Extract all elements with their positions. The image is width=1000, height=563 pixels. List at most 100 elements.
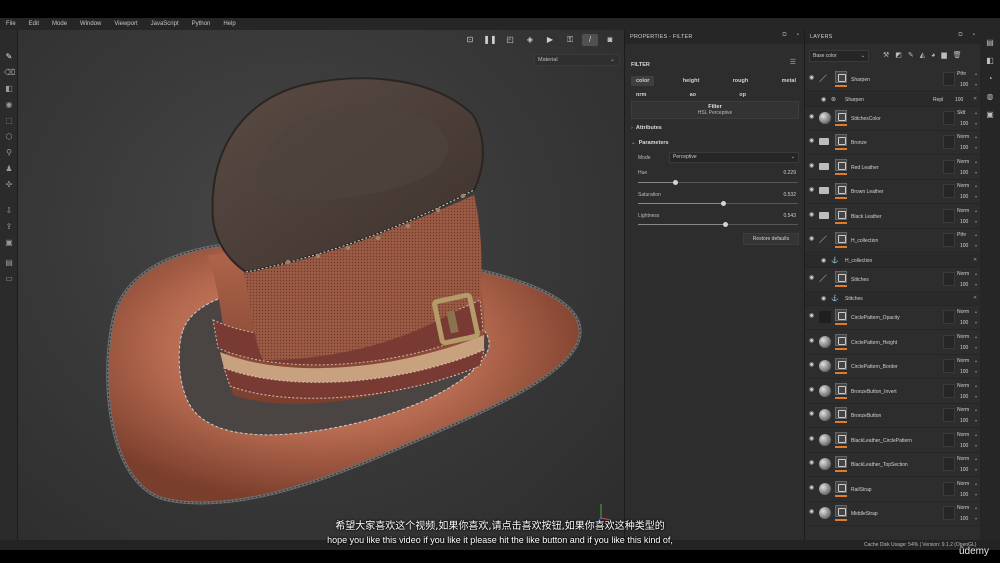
undock-icon[interactable]: ⧉ (782, 32, 786, 38)
chevron-up-icon[interactable]: ▴ (975, 183, 977, 188)
chevron-up-icon[interactable]: ▴ (975, 383, 977, 388)
chevron-up-icon[interactable]: ▴ (975, 432, 977, 437)
opacity-value[interactable]: 100 (960, 121, 968, 127)
paint-brush-icon[interactable]: ✎ (4, 52, 14, 62)
chevron-down-icon[interactable]: ▾ (975, 320, 977, 325)
material-picker-icon[interactable]: ♟ (4, 164, 14, 174)
viewer-settings-icon[interactable]: ▭ (4, 274, 14, 284)
bake-icon[interactable]: ⇩ (4, 206, 14, 216)
blend-mode[interactable]: Norm (957, 271, 969, 277)
visibility-eye-icon[interactable]: ◉ (809, 386, 814, 393)
visibility-eye-icon[interactable]: ◉ (809, 211, 814, 218)
layer-name[interactable]: Black Leather (851, 214, 882, 220)
layer-name[interactable]: H_collection (851, 238, 878, 244)
export-icon[interactable]: ⇪ (4, 222, 14, 232)
sub-layer-row[interactable]: ◉ ⚓ Stitches ✕ (805, 292, 981, 306)
menu-viewport[interactable]: Viewport (114, 21, 137, 27)
chevron-down-icon[interactable]: ▾ (975, 145, 977, 150)
layer-name[interactable]: Bronze (851, 140, 867, 146)
smudge-icon[interactable]: ⬚ (4, 116, 14, 126)
blend-mode[interactable]: Repl (933, 97, 943, 103)
sub-layer-row[interactable]: ◉ ⚓ H_collection ✕ (805, 253, 981, 268)
layer-name[interactable]: RailStrap (851, 487, 872, 493)
layer-name[interactable]: StitchesColor (851, 116, 881, 122)
blend-mode[interactable]: Pthr (957, 232, 966, 238)
chevron-down-icon[interactable]: ▾ (975, 516, 977, 521)
chevron-up-icon[interactable]: ▴ (975, 334, 977, 339)
clone-icon[interactable]: ⬡ (4, 132, 14, 142)
chevron-down-icon[interactable]: ▾ (975, 82, 977, 87)
screenshot-icon[interactable]: ◙ (602, 34, 618, 46)
opacity-value[interactable]: 100 (960, 345, 968, 351)
menu-python[interactable]: Python (192, 21, 211, 27)
menu-javascript[interactable]: JavaScript (151, 21, 179, 27)
layer-name[interactable]: CirclePattern_Border (851, 364, 898, 370)
mask-thumbnail[interactable] (835, 431, 847, 444)
layer-row[interactable]: ◉ CirclePattern_Opacity Norm 100 ▴ ▾ (805, 306, 981, 330)
blend-mode[interactable]: Pthr (957, 71, 966, 77)
channel-rough[interactable]: rough (728, 76, 754, 86)
layer-row[interactable]: ◉ BlackLeather_CirclePattern Norm 100 ▴ ▾ (805, 429, 981, 453)
visibility-eye-icon[interactable]: ◉ (809, 459, 814, 466)
layer-row[interactable]: ◉ Bronze Norm 100 ▴ ▾ (805, 131, 981, 155)
layer-row[interactable]: ◉ RailStrap Norm 100 ▴ ▾ (805, 478, 981, 502)
close-icon[interactable]: ✕ (973, 96, 977, 102)
delete-layer-icon[interactable]: 🗑 (953, 52, 962, 59)
chevron-up-icon[interactable]: ▴ (975, 232, 977, 237)
channel-metal[interactable]: metal (777, 76, 801, 86)
blend-mode[interactable]: Norm (957, 159, 969, 165)
chevron-down-icon[interactable]: ▾ (975, 394, 977, 399)
blend-mode[interactable]: Norm (957, 481, 969, 487)
visibility-eye-icon[interactable]: ◉ (809, 361, 814, 368)
opacity-value[interactable]: 100 (960, 369, 968, 375)
add-smart-material-icon[interactable]: ◕ (931, 52, 935, 59)
chevron-up-icon[interactable]: ▴ (975, 71, 977, 76)
add-fill-layer-icon[interactable]: ◭ (920, 52, 925, 59)
blend-mode[interactable]: Norm (957, 432, 969, 438)
display-icon[interactable]: ▣ (985, 110, 995, 120)
menu-window[interactable]: Window (80, 21, 101, 27)
channel-color[interactable]: color (631, 76, 655, 86)
chevron-down-icon[interactable]: ▾ (975, 492, 977, 497)
opacity-value[interactable]: 100 (960, 282, 968, 288)
layer-row[interactable]: ◉ Brown Leather Norm 100 ▴ ▾ (805, 180, 981, 204)
opacity-value[interactable]: 100 (960, 82, 968, 88)
layer-name[interactable]: Red Leather (851, 165, 879, 171)
polygon-fill-icon[interactable]: ✣ (4, 180, 14, 190)
mask-thumbnail[interactable] (835, 333, 847, 346)
blend-mode[interactable]: Norm (957, 505, 969, 511)
opacity-value[interactable]: 100 (960, 516, 968, 522)
menu-file[interactable]: File (6, 21, 16, 27)
close-icon[interactable]: ▪ (973, 32, 975, 38)
projection-icon[interactable]: ◧ (4, 84, 14, 94)
chevron-down-icon[interactable]: ▾ (975, 418, 977, 423)
close-icon[interactable]: ✕ (973, 257, 977, 263)
chevron-down-icon[interactable]: ▾ (975, 369, 977, 374)
opacity-value[interactable]: 100 (960, 467, 968, 473)
layer-name[interactable]: CirclePattern_Opacity (851, 315, 900, 321)
layer-row[interactable]: ◉ ／ Stitches Norm 100 ▴ ▾ (805, 268, 981, 292)
opacity-value[interactable]: 100 (960, 418, 968, 424)
mask-thumbnail[interactable] (835, 158, 847, 171)
mask-thumbnail[interactable] (835, 358, 847, 370)
mask-thumbnail[interactable] (835, 270, 847, 283)
layer-name[interactable]: H_collection (845, 258, 872, 264)
chevron-up-icon[interactable]: ▴ (975, 271, 977, 276)
layer-name[interactable]: BlackLeather_TopSection (851, 462, 908, 468)
mask-thumbnail[interactable] (835, 309, 847, 321)
blend-mode[interactable]: Norm (957, 456, 969, 462)
mask-thumbnail[interactable] (835, 505, 847, 517)
opacity-value[interactable]: 100 (960, 394, 968, 400)
lock-icon[interactable]: ⚿ (562, 34, 578, 46)
3d-viewport[interactable]: ⊡ ❚❚ ◰ ◈ ▶ ⚿ / ◙ Material ⌄ (18, 30, 624, 540)
parameters-section[interactable]: ⌄ Parameters (631, 140, 669, 146)
visibility-eye-icon[interactable]: ◉ (809, 274, 814, 281)
pause-icon[interactable]: ❚❚ (482, 34, 498, 46)
add-mask-icon[interactable]: ◩ (895, 52, 902, 59)
layer-name[interactable]: BlackLeather_CirclePattern (851, 438, 912, 444)
channel-op[interactable]: op (734, 90, 751, 100)
opacity-value[interactable]: 100 (960, 145, 968, 151)
folder-icon[interactable] (819, 211, 829, 219)
blend-mode[interactable]: Sklt (957, 110, 965, 116)
visibility-eye-icon[interactable]: ◉ (809, 113, 814, 120)
